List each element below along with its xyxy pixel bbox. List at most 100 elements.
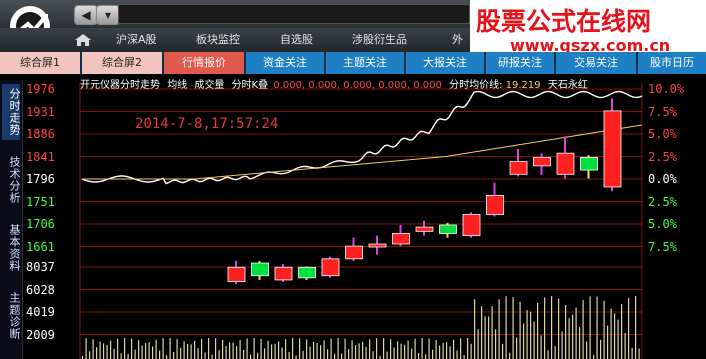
side-tab-technical[interactable]: 技术分析 bbox=[2, 150, 21, 210]
menu-more[interactable]: 外 bbox=[452, 28, 463, 52]
volume-bar bbox=[621, 304, 623, 359]
side-tab-diagnosis[interactable]: 主题诊断 bbox=[2, 286, 21, 346]
volume-bar bbox=[544, 297, 546, 359]
search-input[interactable] bbox=[118, 4, 470, 24]
volume-bar bbox=[390, 339, 392, 359]
volume-bar bbox=[540, 335, 542, 359]
home-icon[interactable] bbox=[74, 33, 92, 47]
volume-bar bbox=[579, 327, 581, 359]
volume-bar bbox=[131, 338, 133, 359]
back-button[interactable]: ◀ bbox=[74, 5, 98, 25]
candle-body bbox=[251, 262, 269, 277]
candle-body bbox=[415, 226, 434, 232]
dropdown-button[interactable]: ▾ bbox=[96, 5, 120, 25]
tab-screen-2[interactable]: 综合屏2 bbox=[82, 52, 162, 74]
percent-axis-label: 2.5% bbox=[648, 194, 677, 209]
volume-bar bbox=[141, 345, 143, 359]
volume-bar bbox=[495, 329, 497, 359]
menu-derivatives[interactable]: 涉股衍生品 bbox=[352, 28, 407, 52]
volume-bar bbox=[316, 343, 318, 359]
candlestick-chart bbox=[79, 82, 643, 359]
volume-bar bbox=[572, 314, 574, 359]
price-axis-label: 1796 bbox=[26, 172, 55, 186]
volume-bar bbox=[470, 343, 472, 359]
price-axis-label: 1661 bbox=[26, 239, 55, 254]
volume-bar bbox=[232, 342, 234, 359]
volume-bar bbox=[425, 354, 427, 359]
volume-bar bbox=[337, 338, 339, 359]
tab-trade[interactable]: 交易关注 bbox=[556, 52, 636, 74]
volume-bar bbox=[201, 338, 203, 359]
volume-bar bbox=[561, 331, 563, 359]
candle-body bbox=[439, 224, 457, 234]
candle-body bbox=[298, 266, 316, 279]
brand-title: 股票公式在线网 bbox=[476, 7, 652, 36]
volume-bar bbox=[533, 321, 535, 359]
volume-bar bbox=[96, 347, 98, 359]
volume-bar bbox=[148, 342, 150, 359]
price-axis-label: 1931 bbox=[26, 104, 55, 119]
candle-body bbox=[274, 266, 293, 281]
volume-bar bbox=[341, 353, 343, 359]
volume-bar bbox=[558, 298, 560, 359]
volume-bar bbox=[481, 306, 483, 359]
volume-bar bbox=[173, 352, 175, 359]
volume-bar bbox=[103, 343, 105, 359]
volume-bar bbox=[491, 306, 493, 359]
tab-capital[interactable]: 资金关注 bbox=[246, 52, 324, 74]
tab-calendar[interactable]: 股市日历 bbox=[638, 52, 706, 74]
volume-bar bbox=[243, 350, 245, 359]
volume-bar bbox=[257, 352, 259, 359]
volume-bar bbox=[610, 308, 612, 359]
volume-bar bbox=[162, 338, 164, 359]
volume-bar bbox=[299, 338, 301, 359]
volume-bar bbox=[509, 352, 511, 359]
volume-bar bbox=[253, 338, 255, 359]
volume-bar bbox=[582, 300, 584, 359]
volume-bar bbox=[393, 347, 395, 359]
candle-body bbox=[392, 233, 410, 245]
percent-axis-label: 10.0% bbox=[648, 82, 685, 96]
volume-bar bbox=[477, 329, 479, 359]
volume-bar bbox=[617, 319, 619, 359]
volume-bar bbox=[187, 343, 189, 359]
percent-axis-label: 0.0% bbox=[648, 172, 677, 186]
volume-bar bbox=[351, 340, 353, 359]
volume-bar bbox=[400, 343, 402, 359]
price-axis-label: 1886 bbox=[26, 127, 55, 141]
percent-axis-label: 5.0% bbox=[648, 217, 677, 231]
tab-screen-1[interactable]: 综合屏1 bbox=[0, 52, 80, 74]
volume-bar bbox=[169, 338, 171, 359]
volume-bar bbox=[635, 296, 637, 359]
volume-bar bbox=[386, 351, 388, 359]
volume-bar bbox=[85, 338, 87, 359]
volume-bar bbox=[229, 342, 231, 359]
volume-bar bbox=[320, 345, 322, 359]
tab-theme[interactable]: 主题关注 bbox=[326, 52, 404, 74]
volume-bar bbox=[600, 339, 602, 359]
volume-bar bbox=[120, 353, 122, 359]
menu-hushen-a[interactable]: 沪深A股 bbox=[116, 28, 157, 52]
volume-bar bbox=[607, 325, 609, 359]
side-tab-bar: 分时走势 技术分析 基本资料 主题诊断 bbox=[0, 80, 23, 359]
volume-bar bbox=[239, 339, 241, 359]
menu-sector-monitor[interactable]: 板块监控 bbox=[196, 28, 240, 52]
volume-bar bbox=[183, 341, 185, 359]
volume-bar bbox=[593, 355, 595, 359]
price-axis-label: 1751 bbox=[26, 194, 55, 209]
volume-bar bbox=[631, 347, 633, 359]
volume-bar bbox=[383, 338, 385, 359]
tab-research[interactable]: 研报关注 bbox=[486, 52, 554, 74]
volume-bar bbox=[166, 355, 168, 359]
volume-bar bbox=[204, 352, 206, 359]
volume-bar bbox=[348, 349, 350, 359]
candle-body bbox=[345, 245, 363, 260]
menu-watchlist[interactable]: 自选股 bbox=[280, 28, 313, 52]
volume-bar bbox=[110, 340, 112, 359]
side-tab-intraday[interactable]: 分时走势 bbox=[2, 84, 21, 140]
volume-bar bbox=[638, 348, 640, 359]
price-axis-label: 1976 bbox=[26, 82, 55, 96]
side-tab-fundamentals[interactable]: 基本资料 bbox=[2, 218, 21, 278]
tab-news[interactable]: 大报关注 bbox=[406, 52, 484, 74]
tab-quotes[interactable]: 行情报价 bbox=[164, 52, 244, 74]
